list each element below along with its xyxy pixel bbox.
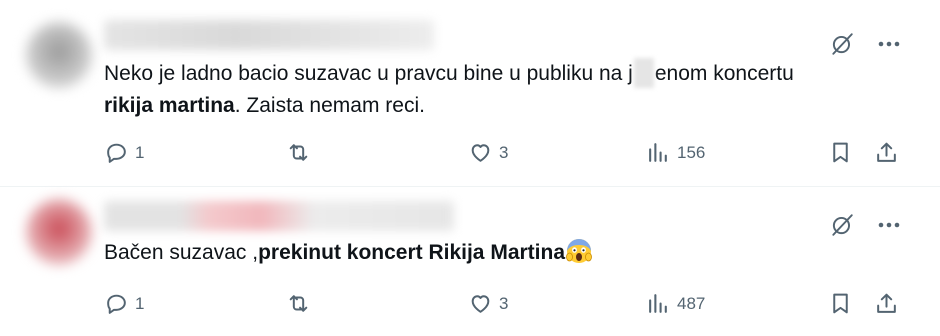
tweet[interactable]: Bačen suzavac ,prekinut koncert Rikija M… xyxy=(0,187,940,336)
tweet-text-part: Bačen suzavac , xyxy=(104,241,259,264)
avatar[interactable] xyxy=(26,199,92,265)
redacted-author-name xyxy=(104,201,454,231)
tweet-text: Neko je ladno bacio suzavac u pravcu bin… xyxy=(104,58,904,122)
redacted-text xyxy=(633,58,654,88)
reply-count: 1 xyxy=(135,293,145,313)
reply-icon xyxy=(107,294,126,314)
tweet-text-bold: prekinut koncert Rikija Martina xyxy=(258,241,566,264)
tweet-text-part: . Zaista nemam reci. xyxy=(234,94,425,117)
views-button[interactable]: 156 xyxy=(646,140,705,165)
reply-count: 1 xyxy=(135,142,145,162)
tweet-text: Bačen suzavac ,prekinut koncert Rikija M… xyxy=(104,237,904,269)
grok-icon[interactable] xyxy=(828,30,856,58)
views-icon xyxy=(649,294,667,313)
tweet-action-bar: 1 3 156 xyxy=(104,140,904,168)
face-screaming-in-fear-icon xyxy=(566,238,592,264)
tweet[interactable]: Neko je ladno bacio suzavac u pravcu bin… xyxy=(0,0,940,187)
retweet-button[interactable] xyxy=(286,140,311,165)
like-count: 3 xyxy=(499,142,509,162)
bookmark-button[interactable] xyxy=(828,291,853,316)
bookmark-button[interactable] xyxy=(828,140,853,165)
share-icon xyxy=(877,293,896,313)
reply-button[interactable]: 1 xyxy=(104,291,144,316)
views-button[interactable]: 487 xyxy=(646,291,705,316)
avatar[interactable] xyxy=(26,22,92,88)
bookmark-icon xyxy=(833,142,848,163)
retweet-icon xyxy=(289,144,308,161)
tweet-top-actions xyxy=(828,30,900,58)
retweet-button[interactable] xyxy=(286,291,311,316)
reply-icon xyxy=(107,143,126,163)
more-icon[interactable] xyxy=(878,30,900,58)
like-button[interactable]: 3 xyxy=(468,291,508,316)
like-count: 3 xyxy=(499,293,509,313)
bookmark-icon xyxy=(833,293,848,314)
retweet-icon xyxy=(289,295,308,312)
heart-icon xyxy=(471,144,490,162)
tweet-feed: Neko je ladno bacio suzavac u pravcu bin… xyxy=(0,0,940,336)
tweet-text-bold: rikija martina xyxy=(104,94,235,117)
like-button[interactable]: 3 xyxy=(468,140,508,165)
views-icon xyxy=(649,143,667,162)
redacted-author-name xyxy=(104,20,434,50)
heart-icon xyxy=(471,295,490,313)
tweet-text-part: enom koncertu xyxy=(654,62,794,85)
tweet-text-part: Neko je ladno bacio suzavac u pravcu bin… xyxy=(104,62,633,85)
views-count: 156 xyxy=(677,142,706,162)
share-icon xyxy=(877,142,896,162)
views-count: 487 xyxy=(677,293,706,313)
reply-button[interactable]: 1 xyxy=(104,140,144,165)
tweet-action-bar: 1 3 487 xyxy=(104,291,904,319)
tweet-top-actions xyxy=(828,211,900,239)
grok-icon[interactable] xyxy=(828,211,856,239)
share-button[interactable] xyxy=(874,140,899,165)
more-icon[interactable] xyxy=(878,211,900,239)
share-button[interactable] xyxy=(874,291,899,316)
